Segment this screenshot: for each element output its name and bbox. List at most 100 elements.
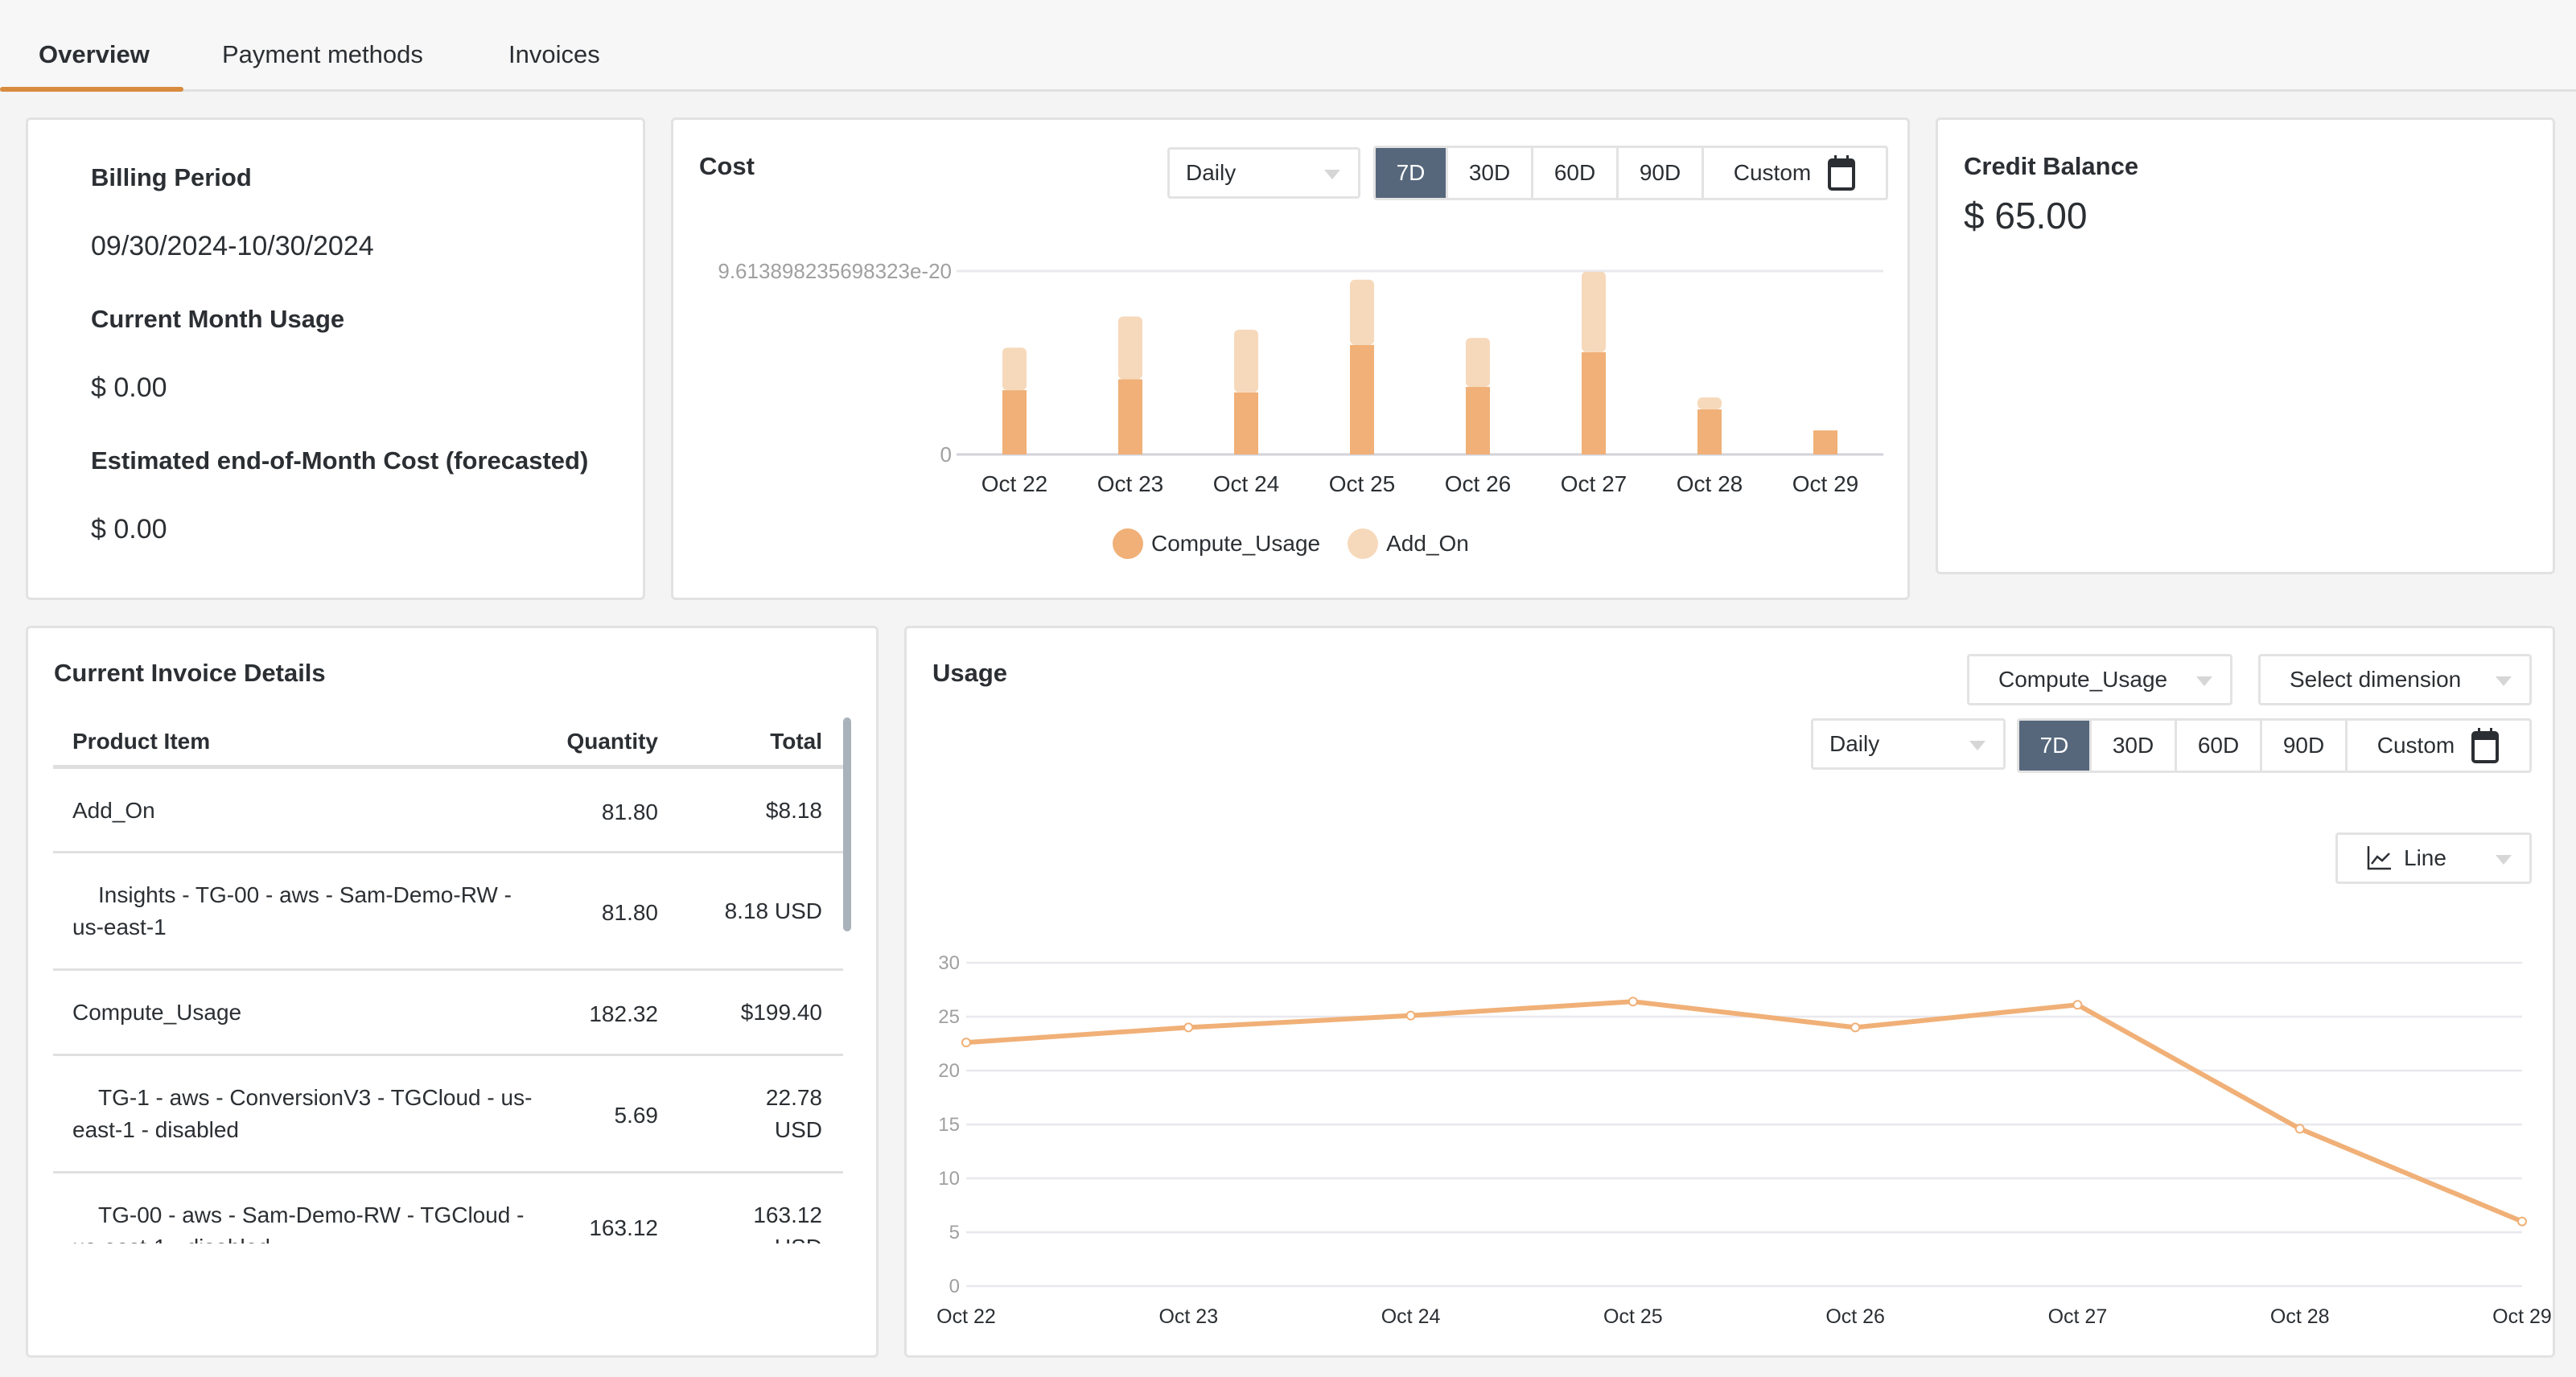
cost-bar-chart: 0 9.613898235698323e-20 Oct 22 Oct 23 Oct 2… — [718, 259, 1883, 496]
y-tick-label: 25 — [938, 1006, 960, 1028]
quantity: 81.80 — [601, 900, 658, 925]
product-item: Compute_Usage — [72, 1000, 242, 1025]
legend-label-compute-usage: Compute_Usage — [1151, 531, 1321, 556]
bar-add-on — [1350, 279, 1374, 345]
bar-add-on — [1234, 329, 1258, 393]
credit-balance-value: $ 65.00 — [1964, 195, 2088, 236]
invoice-scrollbar[interactable] — [843, 717, 851, 931]
quantity: 81.80 — [601, 799, 658, 824]
data-point — [961, 1038, 971, 1048]
x-tick-label: Oct 29 — [2492, 1305, 2552, 1328]
quantity: 5.69 — [614, 1103, 659, 1128]
invoice-table-header: Product Item Quantity Total — [53, 714, 843, 769]
bar-compute-usage — [1582, 351, 1606, 454]
legend-label-add-on: Add_On — [1386, 531, 1469, 556]
y-tick-label: 0 — [949, 1276, 960, 1297]
bar-compute-usage — [1002, 390, 1027, 454]
cost-legend: Compute_Usage Add_On — [1113, 528, 1496, 559]
product-item: Add_On — [72, 798, 155, 823]
usage-line-chart: 0 5 10 15 20 25 30 Oct 22 Oct 23 Oct 24 Oct 25 Oct… — [936, 952, 2552, 1328]
table-row: Add_On 81.80 $8.18 — [53, 769, 843, 853]
x-tick-label: Oct 22 — [936, 1305, 996, 1328]
x-tick-label: Oct 28 — [2270, 1305, 2330, 1328]
tab-bar: Overview Payment methods Invoices — [0, 0, 2576, 92]
legend-swatch-compute-usage — [1113, 528, 1143, 559]
active-tab-indicator — [0, 87, 183, 92]
x-tick-label: Oct 24 — [1381, 1305, 1441, 1328]
col-total: Total — [770, 729, 822, 754]
x-tick-label: Oct 23 — [1158, 1305, 1218, 1328]
y-tick-label: 10 — [938, 1168, 960, 1190]
bar-add-on — [1118, 316, 1142, 380]
total: 8.18 USD — [724, 898, 822, 923]
x-tick-label: Oct 24 — [1213, 471, 1279, 496]
y-tick-label: 15 — [938, 1114, 960, 1136]
billing-summary-card: Billing Period 09/30/2024-10/30/2024 Cur… — [26, 117, 645, 600]
tab-payment-methods[interactable]: Payment methods — [222, 40, 423, 69]
bar-compute-usage — [1813, 430, 1837, 454]
usage-card: Usage Compute_Usage Select dimension Dai… — [904, 626, 2555, 1358]
data-point — [2517, 1216, 2527, 1227]
data-point — [1183, 1022, 1194, 1033]
forecast-value: $ 0.00 — [91, 514, 167, 545]
y-tick-label: 5 — [949, 1222, 960, 1243]
x-tick-label: Oct 28 — [1677, 471, 1743, 496]
y-tick-label: 9.613898235698323e-20 — [718, 259, 952, 283]
product-item: TG-00 - aws - Sam-Demo-RW - TGCloud - us… — [72, 1202, 525, 1243]
invoice-table-body: Add_On 81.80 $8.18 Insights - TG-00 - aw… — [53, 769, 843, 1243]
x-tick-label: Oct 27 — [1561, 471, 1627, 496]
product-item: Insights - TG-00 - aws - Sam-Demo-RW - u… — [72, 882, 512, 939]
invoice-title: Current Invoice Details — [54, 659, 326, 687]
legend-swatch-add-on — [1348, 528, 1379, 559]
x-tick-label: Oct 27 — [2048, 1305, 2108, 1328]
data-point — [2072, 1000, 2083, 1010]
x-tick-label: Oct 23 — [1097, 471, 1163, 496]
total: 22.78 USD — [765, 1085, 822, 1142]
x-tick-label: Oct 25 — [1603, 1305, 1663, 1328]
current-month-usage-value: $ 0.00 — [91, 372, 167, 403]
credit-balance-card: Credit Balance $ 65.00 — [1936, 117, 2555, 574]
current-month-usage-label: Current Month Usage — [91, 305, 345, 333]
quantity: 163.12 — [589, 1215, 658, 1240]
bar-add-on — [1697, 397, 1722, 410]
bar-add-on — [1466, 338, 1490, 388]
x-tick-label: Oct 25 — [1329, 471, 1395, 496]
legend-item-compute-usage[interactable]: Compute_Usage — [1113, 528, 1320, 559]
table-row: TG-00 - aws - Sam-Demo-RW - TGCloud - us… — [53, 1174, 843, 1243]
tab-invoices[interactable]: Invoices — [508, 40, 600, 69]
data-point — [1405, 1010, 1416, 1021]
legend-item-add-on[interactable]: Add_On — [1348, 528, 1469, 559]
x-tick-label: Oct 26 — [1445, 471, 1511, 496]
bar-add-on — [1582, 271, 1606, 352]
series-line-compute-usage — [965, 999, 2524, 1224]
data-point — [1850, 1022, 1861, 1033]
data-point — [1627, 997, 1638, 1007]
forecast-label: Estimated end-of-Month Cost (forecasted) — [91, 446, 589, 475]
bar-compute-usage — [1466, 387, 1490, 454]
total: $199.40 — [740, 1000, 822, 1025]
y-tick-label: 30 — [938, 952, 960, 974]
bar-compute-usage — [1350, 344, 1374, 454]
bar-compute-usage — [1118, 379, 1142, 454]
product-item: TG-1 - aws - ConversionV3 - TGCloud - us… — [72, 1085, 533, 1142]
x-tick-label: Oct 29 — [1792, 471, 1858, 496]
x-tick-label: Oct 26 — [1825, 1305, 1885, 1328]
total: $8.18 — [765, 798, 822, 823]
credit-balance-title: Credit Balance — [1964, 152, 2139, 180]
cost-card: Cost Daily 7D 30D 60D 90D Custom 0 9.6138… — [671, 117, 1910, 600]
bar-compute-usage — [1697, 409, 1722, 454]
y-tick-label: 0 — [940, 442, 952, 467]
bar-compute-usage — [1234, 392, 1258, 454]
table-row: TG-1 - aws - ConversionV3 - TGCloud - us… — [53, 1056, 843, 1174]
table-row: Compute_Usage 182.32 $199.40 — [53, 971, 843, 1056]
quantity: 182.32 — [589, 1001, 658, 1026]
x-tick-label: Oct 22 — [981, 471, 1047, 496]
col-quantity: Quantity — [566, 729, 658, 754]
tab-overview[interactable]: Overview — [39, 40, 150, 69]
table-row: Insights - TG-00 - aws - Sam-Demo-RW - u… — [53, 853, 843, 971]
data-point — [2294, 1124, 2305, 1134]
bar-add-on — [1002, 347, 1027, 391]
billing-period-value: 09/30/2024-10/30/2024 — [91, 231, 374, 261]
total: 163.12 USD — [753, 1202, 822, 1243]
col-product-item: Product Item — [72, 729, 211, 754]
